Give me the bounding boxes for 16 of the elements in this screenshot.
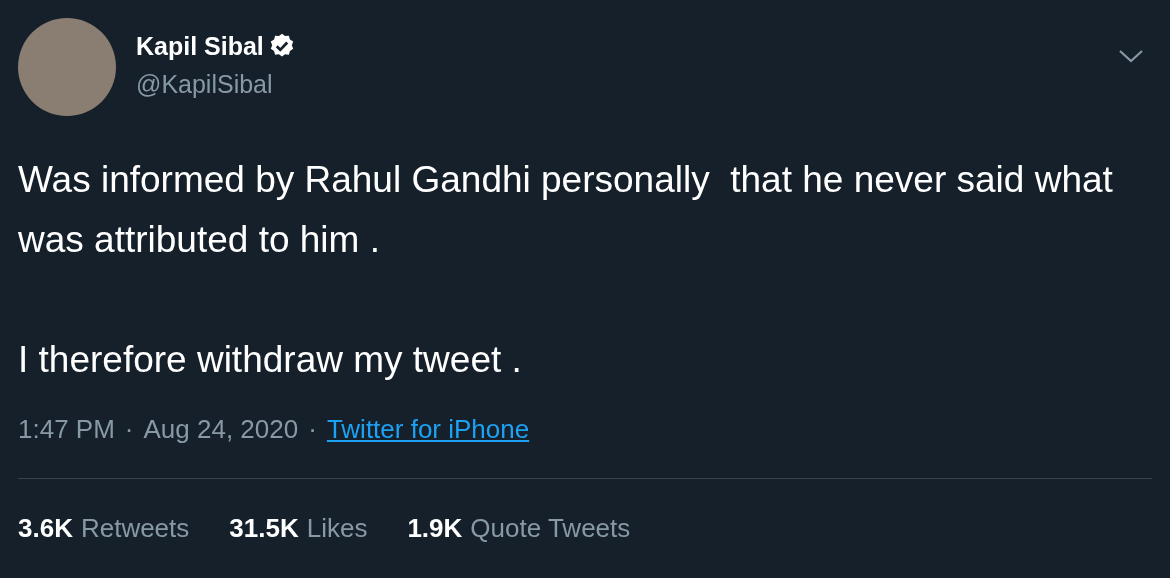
stat-count[interactable]: 31.5K xyxy=(229,511,299,545)
stat-label[interactable]: Likes xyxy=(306,511,368,545)
separator-dot: · xyxy=(308,413,317,446)
stat-label[interactable]: Retweets xyxy=(80,511,190,545)
stat-count[interactable]: 1.9K xyxy=(407,511,463,545)
separator-dot: · xyxy=(124,413,134,446)
author-handle[interactable]: @KapilSibal xyxy=(136,68,273,100)
source-link[interactable]: Twitter for iPhone xyxy=(326,412,530,446)
tweet-time[interactable]: 1:47 PM xyxy=(18,412,115,446)
tweet-text: Was informed by Rahul Gandhi personally that he never said what was attributed to him . xyxy=(18,158,1114,262)
stat-label[interactable]: Quote Tweets xyxy=(470,511,631,545)
stat-count[interactable]: 3.6K xyxy=(18,511,73,545)
author-name[interactable]: Kapil Sibal xyxy=(136,30,264,62)
chevron-down-icon[interactable] xyxy=(1118,48,1144,64)
tweet-text: I therefore withdraw my tweet . xyxy=(18,338,523,382)
tweet-date[interactable]: Aug 24, 2020 xyxy=(143,412,299,446)
